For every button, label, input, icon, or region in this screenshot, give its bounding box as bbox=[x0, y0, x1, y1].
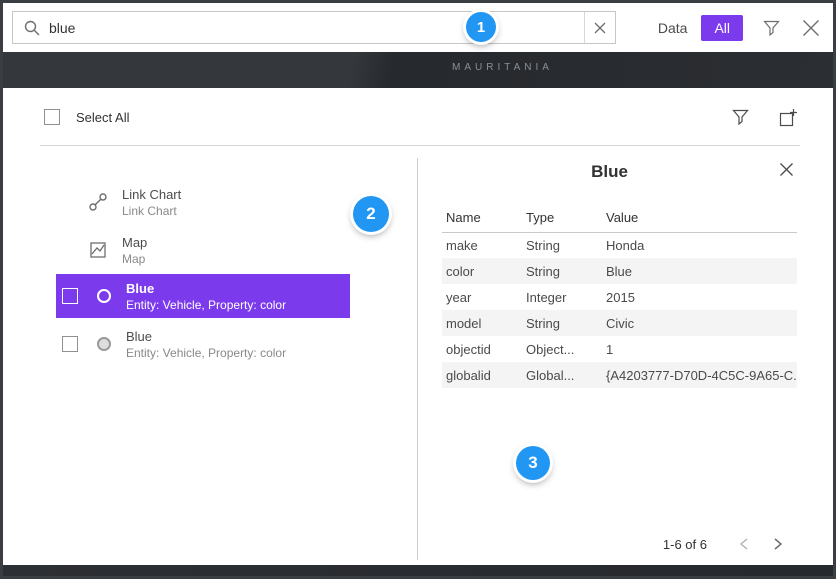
map-label-mauritania: MAURITANIA bbox=[452, 62, 553, 73]
cell-type: Global... bbox=[522, 362, 602, 388]
cell-name: color bbox=[442, 258, 522, 284]
annotation-badge-1: 1 bbox=[466, 12, 496, 42]
cell-value: Civic bbox=[602, 310, 797, 336]
result-item-blue-selected[interactable]: Blue Entity: Vehicle, Property: color bbox=[56, 274, 350, 318]
close-search-button[interactable] bbox=[797, 14, 825, 42]
cell-name: model bbox=[442, 310, 522, 336]
entity-circle-icon bbox=[97, 289, 111, 303]
result-title: Map bbox=[122, 235, 147, 250]
result-subtitle: Map bbox=[122, 252, 147, 266]
close-detail-button[interactable] bbox=[773, 156, 799, 182]
search-results-panel: Select All Link Chart Link Chart bbox=[3, 88, 833, 565]
search-input[interactable] bbox=[49, 12, 584, 43]
table-row: make String Honda bbox=[442, 232, 797, 258]
cell-value: {A4203777-D70D-4C5C-9A65-C... bbox=[602, 362, 797, 388]
map-background-bottom bbox=[3, 565, 833, 576]
cell-name: make bbox=[442, 232, 522, 258]
cell-type: String bbox=[522, 232, 602, 258]
cell-value: 2015 bbox=[602, 284, 797, 310]
column-header-name: Name bbox=[442, 206, 522, 232]
annotation-badge-2: 2 bbox=[353, 196, 389, 232]
cell-type: Object... bbox=[522, 336, 602, 362]
clear-search-button[interactable] bbox=[585, 12, 615, 43]
scope-option-all[interactable]: All bbox=[701, 15, 743, 41]
result-title: Blue bbox=[126, 281, 286, 296]
cell-name: year bbox=[442, 284, 522, 310]
chevron-left-icon[interactable] bbox=[727, 531, 761, 557]
search-icon bbox=[24, 20, 40, 36]
result-subtitle: Link Chart bbox=[122, 204, 181, 218]
result-item-map[interactable]: Map Map bbox=[40, 226, 417, 274]
link-chart-icon bbox=[88, 192, 108, 212]
result-subtitle: Entity: Vehicle, Property: color bbox=[126, 298, 286, 312]
result-title: Blue bbox=[126, 329, 286, 344]
detail-panel: Blue Name Type Value make String bbox=[418, 146, 801, 565]
table-row: color String Blue bbox=[442, 258, 797, 284]
result-checkbox[interactable] bbox=[62, 336, 78, 352]
select-all-checkbox[interactable] bbox=[44, 109, 60, 125]
add-to-link-chart-button[interactable] bbox=[776, 105, 800, 129]
cell-value: 1 bbox=[602, 336, 797, 362]
search-overlay: Data All MAURITANIA Select All bbox=[0, 0, 836, 579]
chevron-right-icon[interactable] bbox=[761, 531, 795, 557]
table-header-row: Name Type Value bbox=[442, 206, 797, 232]
map-background: MAURITANIA bbox=[3, 52, 833, 88]
search-scope-toggle: Data All bbox=[658, 14, 825, 42]
cell-name: globalid bbox=[442, 362, 522, 388]
results-toolbar: Select All bbox=[44, 102, 800, 132]
map-icon bbox=[88, 241, 108, 259]
result-item-blue[interactable]: Blue Entity: Vehicle, Property: color bbox=[56, 322, 350, 366]
table-row: model String Civic bbox=[442, 310, 797, 336]
cell-type: String bbox=[522, 258, 602, 284]
result-subtitle: Entity: Vehicle, Property: color bbox=[126, 346, 286, 360]
filter-button[interactable] bbox=[759, 14, 783, 42]
annotation-badge-3: 3 bbox=[516, 446, 550, 480]
entity-circle-icon bbox=[97, 337, 111, 351]
table-row: objectid Object... 1 bbox=[442, 336, 797, 362]
table-row: year Integer 2015 bbox=[442, 284, 797, 310]
search-bar: Data All bbox=[3, 3, 833, 52]
table-row: globalid Global... {A4203777-D70D-4C5C-9… bbox=[442, 362, 797, 388]
column-header-type: Type bbox=[522, 206, 602, 232]
results-filter-button[interactable] bbox=[728, 105, 752, 129]
cell-name: objectid bbox=[442, 336, 522, 362]
pagination: 1-6 of 6 bbox=[663, 531, 795, 557]
column-header-value: Value bbox=[602, 206, 797, 232]
detail-title: Blue bbox=[418, 162, 801, 182]
properties-table: Name Type Value make String Honda color … bbox=[442, 206, 797, 388]
cell-value: Blue bbox=[602, 258, 797, 284]
search-box bbox=[12, 11, 616, 44]
cell-type: String bbox=[522, 310, 602, 336]
result-title: Link Chart bbox=[122, 187, 181, 202]
pagination-label: 1-6 of 6 bbox=[663, 537, 707, 552]
cell-value: Honda bbox=[602, 232, 797, 258]
cell-type: Integer bbox=[522, 284, 602, 310]
scope-option-data[interactable]: Data bbox=[658, 20, 688, 36]
results-toolbar-icons bbox=[728, 105, 800, 129]
select-all-label: Select All bbox=[76, 110, 129, 125]
result-checkbox[interactable] bbox=[62, 288, 78, 304]
